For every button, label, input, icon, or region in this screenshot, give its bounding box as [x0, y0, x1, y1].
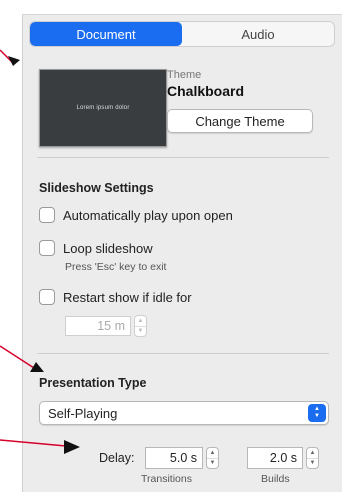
- annotation-arrow-top: [0, 49, 20, 66]
- annotation-arrows: [0, 49, 80, 454]
- annotation-arrow-middle: [0, 345, 44, 372]
- annotation-arrow-bottom: [0, 439, 80, 454]
